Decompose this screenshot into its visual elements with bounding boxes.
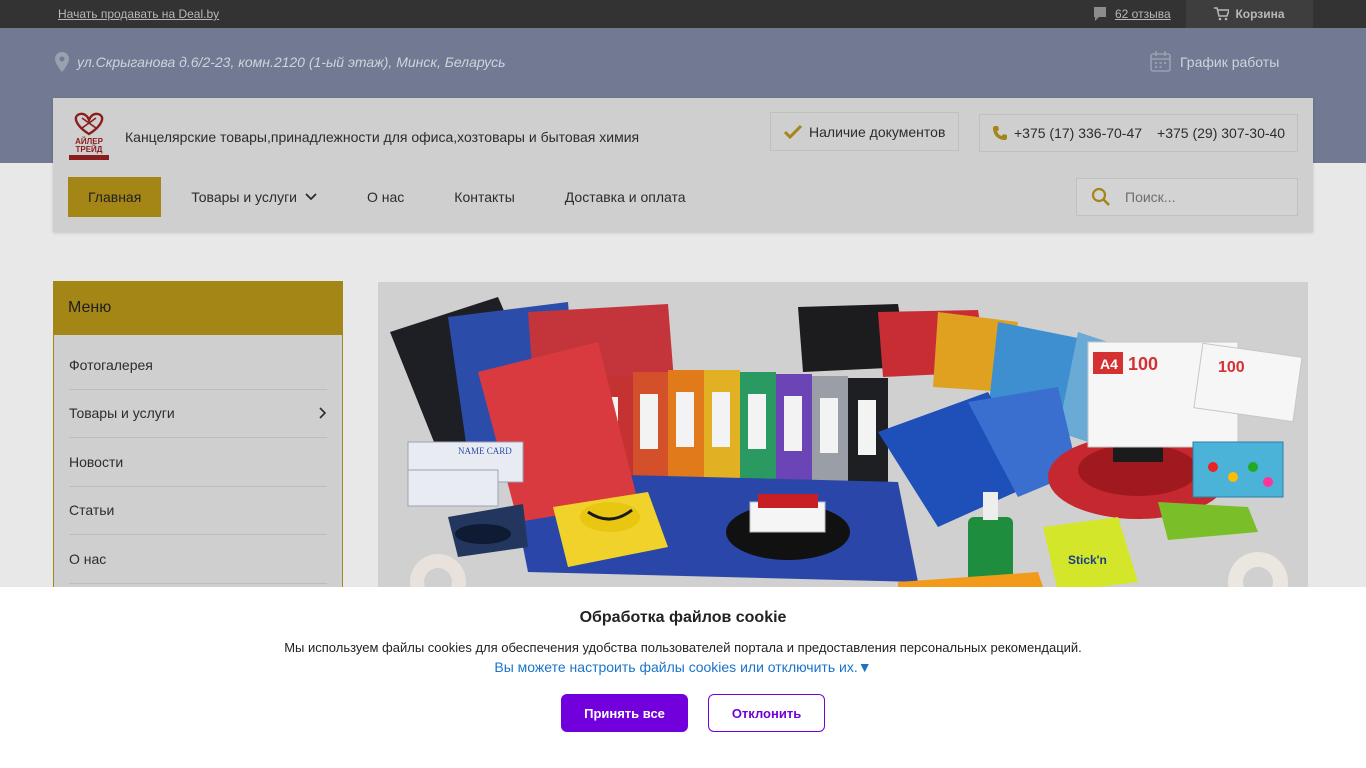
nav-item-label: Контакты bbox=[454, 189, 515, 205]
start-selling-link[interactable]: Начать продавать на Deal.by bbox=[58, 7, 219, 21]
phone-icon bbox=[993, 126, 1007, 140]
chevron-down-icon bbox=[305, 193, 317, 201]
accept-all-button[interactable]: Принять все bbox=[561, 694, 688, 732]
comment-icon bbox=[1094, 7, 1106, 21]
nav-item-label: Доставка и оплата bbox=[564, 189, 686, 205]
sidebar-item-articles[interactable]: Статьи bbox=[69, 487, 327, 535]
sidebar-menu: Меню Фотогалерея Товары и услуги Новости… bbox=[53, 281, 343, 601]
cookie-settings-link[interactable]: Вы можете настроить файлы cookies или от… bbox=[0, 659, 1366, 675]
cart-button[interactable]: Корзина bbox=[1186, 0, 1313, 28]
decline-button[interactable]: Отклонить bbox=[708, 694, 825, 732]
namecard-label: NAME CARD bbox=[458, 446, 512, 456]
top-bar: Начать продавать на Deal.by 62 отзыва Ко… bbox=[0, 0, 1366, 28]
hundred-label: 100 bbox=[1128, 354, 1158, 374]
sidebar-item-about[interactable]: О нас bbox=[69, 535, 327, 584]
phones-box: +375 (17) 336-70-47 +375 (29) 307-30-40 bbox=[979, 114, 1298, 152]
header-card: АЙЛЕР ТРЕЙД Канцелярские товары,принадле… bbox=[53, 98, 1313, 232]
calendar-icon bbox=[1150, 51, 1171, 72]
schedule-label: График работы bbox=[1180, 53, 1280, 70]
company-tagline: Канцелярские товары,принадлежности для о… bbox=[125, 129, 640, 145]
cart-label: Корзина bbox=[1235, 7, 1285, 21]
sidebar-item-label: Фотогалерея bbox=[69, 356, 153, 373]
schedule-link[interactable]: График работы bbox=[1150, 51, 1279, 72]
nav-item-about[interactable]: О нас bbox=[347, 177, 424, 217]
nav-item-label: Главная bbox=[88, 189, 142, 205]
nav-item-label: О нас bbox=[367, 189, 405, 205]
map-pin-icon bbox=[55, 52, 69, 72]
promo-banner[interactable]: NAME CARD A4 100 100 Stick'n bbox=[378, 282, 1308, 602]
search-icon[interactable] bbox=[1077, 187, 1125, 207]
cookie-text: Мы используем файлы cookies для обеспече… bbox=[284, 640, 1082, 655]
cookie-banner: Обработка файлов cookie Мы используем фа… bbox=[0, 587, 1366, 768]
documents-badge[interactable]: Наличие документов bbox=[770, 112, 959, 151]
phone-2[interactable]: +375 (29) 307-30-40 bbox=[1157, 125, 1285, 141]
sidebar-item-label: Новости bbox=[69, 453, 124, 470]
phone-1[interactable]: +375 (17) 336-70-47 bbox=[1014, 125, 1142, 141]
cookie-title: Обработка файлов cookie bbox=[579, 609, 787, 626]
nav-item-label: Товары и услуги bbox=[191, 189, 297, 205]
reviews-count: 62 отзыва bbox=[1115, 7, 1171, 21]
sidebar-item-gallery[interactable]: Фотогалерея bbox=[69, 341, 327, 390]
sidebar-item-label: Товары и услуги bbox=[69, 405, 175, 422]
chevron-right-icon bbox=[319, 407, 327, 419]
company-logo[interactable]: АЙЛЕР ТРЕЙД bbox=[68, 112, 110, 162]
cart-icon bbox=[1214, 7, 1230, 21]
search-input[interactable] bbox=[1125, 189, 1285, 205]
sticky-notes-label: Stick'n bbox=[1068, 553, 1107, 567]
address-text: ул.Скрыганова д.6/2-23, комн.2120 (1-ый … bbox=[77, 54, 506, 70]
nav-item-home[interactable]: Главная bbox=[68, 177, 162, 217]
sidebar-title: Меню bbox=[54, 281, 342, 335]
nav-item-delivery[interactable]: Доставка и оплата bbox=[545, 177, 706, 217]
address: ул.Скрыганова д.6/2-23, комн.2120 (1-ый … bbox=[55, 52, 506, 72]
checkmark-icon bbox=[783, 124, 803, 139]
reviews-link[interactable]: 62 отзыва bbox=[1093, 6, 1171, 22]
sidebar-item-label: Статьи bbox=[69, 502, 115, 519]
hundred-label-b: 100 bbox=[1218, 359, 1245, 376]
sidebar-item-news[interactable]: Новости bbox=[69, 438, 327, 487]
documents-label: Наличие документов bbox=[809, 123, 946, 140]
main-nav: Главная Товары и услуги О нас Контакты Д… bbox=[68, 177, 706, 217]
nav-item-contacts[interactable]: Контакты bbox=[434, 177, 534, 217]
sidebar-item-products[interactable]: Товары и услуги bbox=[69, 390, 327, 438]
sidebar-item-label: О нас bbox=[69, 550, 107, 567]
nav-item-products[interactable]: Товары и услуги bbox=[171, 177, 337, 217]
logo-text-2: ТРЕЙД bbox=[75, 145, 102, 154]
office-supplies-image: NAME CARD A4 100 100 Stick'n bbox=[390, 297, 1303, 602]
search-box bbox=[1076, 178, 1298, 216]
a4-label: A4 bbox=[1100, 356, 1118, 372]
